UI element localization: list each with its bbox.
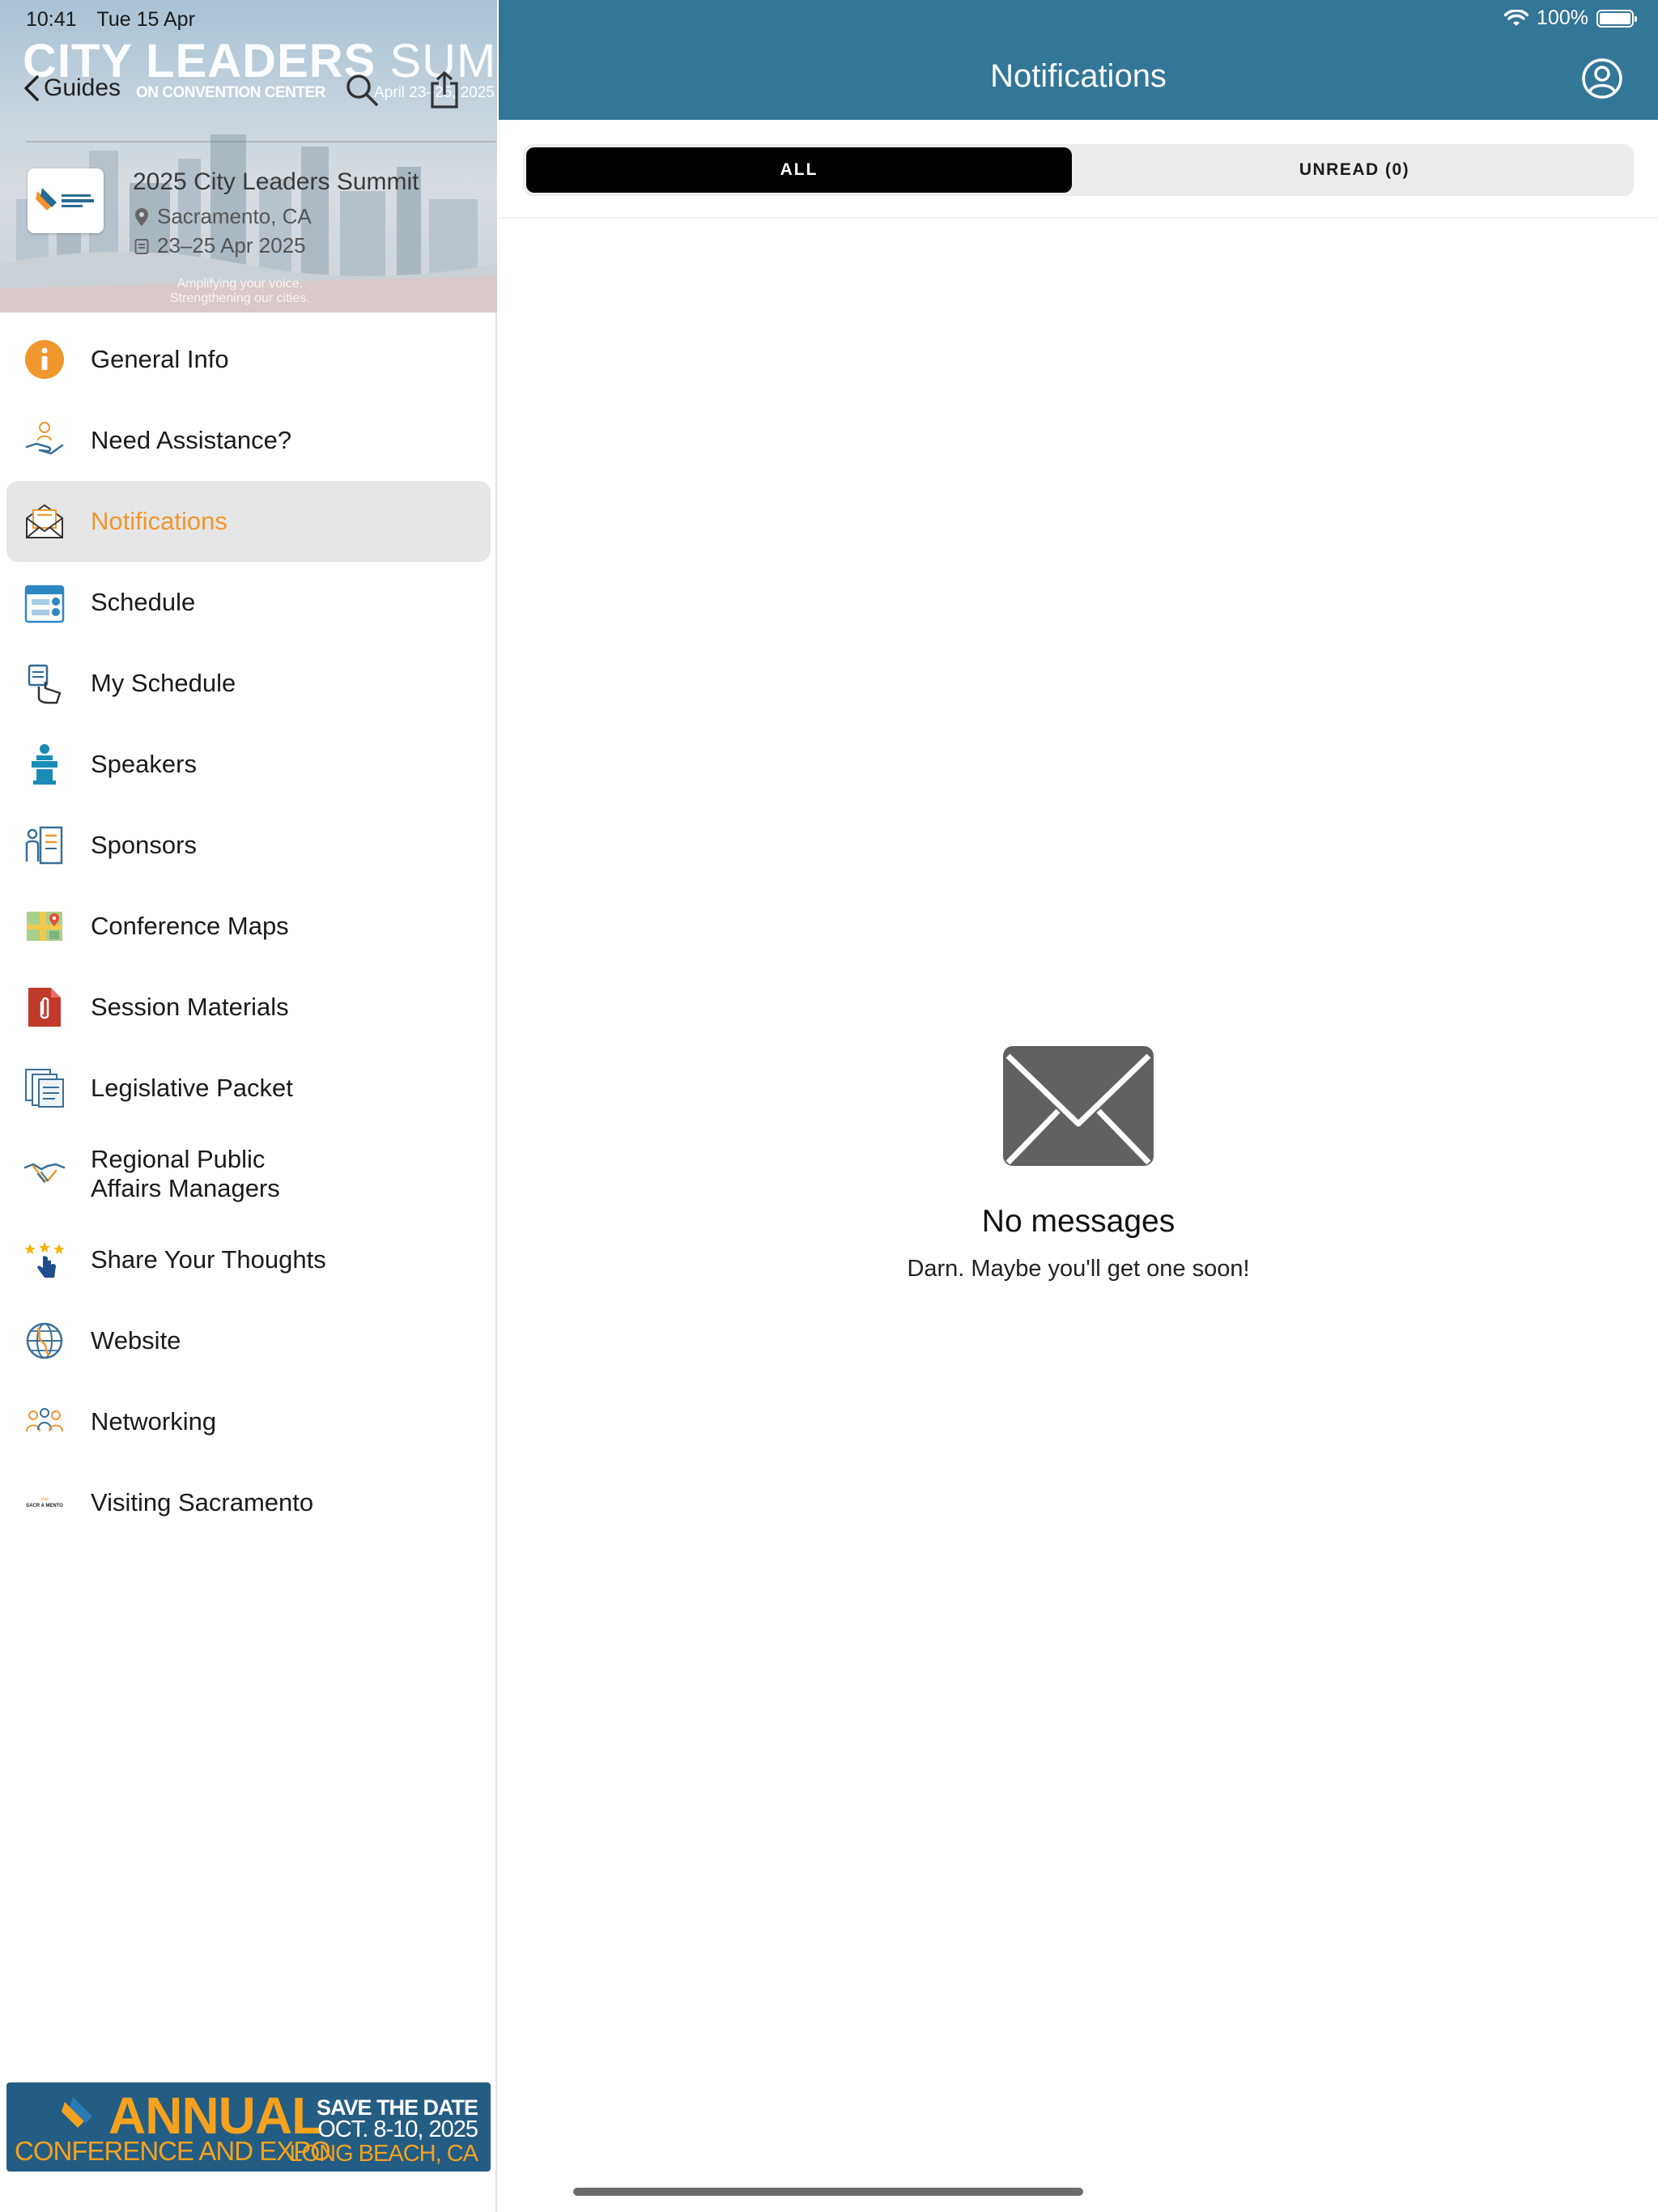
tabs-divider	[499, 217, 1658, 219]
event-dates: 23–25 Apr 2025	[134, 233, 306, 258]
event-location: Sacramento, CA	[134, 204, 312, 229]
globe-icon	[23, 1319, 66, 1363]
sidebar-item-sponsors[interactable]: Sponsors	[0, 805, 497, 886]
top-nav-bar: Notifications	[499, 0, 1658, 120]
sidebar: CITY LEADERS SUMMIT ON CONVENTION CENTER…	[0, 0, 497, 2212]
hero-venue: ON CONVENTION CENTER	[136, 84, 325, 101]
profile-button[interactable]	[1580, 57, 1624, 100]
sidebar-item-speakers[interactable]: Speakers	[0, 724, 497, 805]
sidebar-item-my-schedule[interactable]: My Schedule	[0, 643, 497, 724]
notification-filter-tabs: ALL UNREAD (0)	[523, 144, 1634, 196]
back-button[interactable]: Guides	[23, 74, 121, 102]
svg-text:Visit: Visit	[40, 1497, 49, 1502]
banner-location: LONG BEACH, CA	[289, 2141, 478, 2167]
chevron-left-icon	[24, 75, 39, 101]
status-bar-right: 100%	[1504, 6, 1637, 30]
sidebar-menu: General Info Need Assistance? Notificati…	[0, 319, 497, 1543]
sidebar-item-label: Networking	[91, 1407, 217, 1436]
podium-icon	[23, 742, 66, 786]
sidebar-item-schedule[interactable]: Schedule	[0, 562, 497, 643]
sidebar-item-label: General Info	[91, 345, 229, 373]
sidebar-item-label: Need Assistance?	[91, 426, 292, 454]
sidebar-item-label: Conference Maps	[91, 912, 289, 940]
visit-sacramento-logo: Visit SACR A MENTO	[23, 1481, 66, 1525]
sponsors-icon	[23, 823, 66, 867]
document-attachment-icon	[23, 985, 66, 1029]
event-hero: CITY LEADERS SUMMIT ON CONVENTION CENTER…	[0, 0, 497, 313]
handshake-icon	[23, 1152, 66, 1196]
banner-dates: OCT. 8-10, 2025	[317, 2116, 478, 2142]
status-time: 10:41	[26, 8, 77, 31]
sidebar-item-label: Legislative Packet	[91, 1074, 293, 1102]
wifi-icon	[1504, 9, 1529, 26]
svg-text:SACR A MENTO: SACR A MENTO	[26, 1504, 63, 1508]
home-indicator[interactable]	[573, 2188, 1083, 2196]
tab-all[interactable]: ALL	[526, 147, 1072, 193]
sidebar-item-label: Schedule	[91, 588, 196, 616]
search-icon	[346, 74, 378, 106]
banner-subline: CONFERENCE AND EXPO	[15, 2136, 331, 2166]
battery-percent: 100%	[1537, 6, 1588, 29]
sidebar-item-label: My Schedule	[91, 669, 236, 697]
event-logo	[28, 168, 104, 233]
envelope-icon	[1003, 1046, 1154, 1166]
sidebar-item-regional-public-affairs-managers[interactable]: Regional Public Affairs Managers	[0, 1129, 497, 1219]
sidebar-item-networking[interactable]: Networking	[0, 1381, 497, 1462]
sidebar-item-label: Session Materials	[91, 993, 289, 1021]
sidebar-item-conference-maps[interactable]: Conference Maps	[0, 886, 497, 967]
sidebar-item-legislative-packet[interactable]: Legislative Packet	[0, 1048, 497, 1129]
sidebar-item-general-info[interactable]: General Info	[0, 319, 497, 400]
sidebar-item-label: Notifications	[91, 507, 227, 535]
share-button[interactable]	[426, 70, 463, 110]
user-profile-icon	[1582, 58, 1622, 99]
page-title: Notifications	[990, 58, 1167, 94]
sidebar-item-label: Sponsors	[91, 831, 197, 859]
status-date: Tue 15 Apr	[96, 8, 195, 31]
my-schedule-icon	[23, 661, 66, 705]
sidebar-item-visiting-sacramento[interactable]: Visit SACR A MENTO Visiting Sacramento	[0, 1462, 497, 1543]
sidebar-item-label: Website	[91, 1326, 181, 1355]
banner-logo	[62, 2097, 92, 2128]
search-button[interactable]	[343, 70, 380, 110]
sidebar-item-session-materials[interactable]: Session Materials	[0, 967, 497, 1048]
sidebar-item-label: Share Your Thoughts	[91, 1245, 326, 1274]
helping-hand-icon	[23, 419, 66, 462]
battery-icon	[1596, 9, 1637, 28]
sidebar-item-website[interactable]: Website	[0, 1300, 497, 1381]
calendar-icon	[23, 581, 66, 624]
annual-conference-banner[interactable]: ANNUAL CONFERENCE AND EXPO SAVE THE DATE…	[6, 2082, 491, 2172]
info-icon	[23, 338, 66, 381]
sidebar-item-label: Speakers	[91, 750, 197, 778]
empty-state-subtitle: Darn. Maybe you'll get one soon!	[907, 1256, 1250, 1282]
envelope-icon	[23, 500, 66, 543]
share-icon	[431, 70, 458, 108]
star-rating-icon	[23, 1238, 66, 1282]
empty-state-title: No messages	[981, 1204, 1175, 1239]
sidebar-item-notifications[interactable]: Notifications	[0, 481, 497, 562]
people-icon	[23, 1400, 66, 1444]
tab-unread[interactable]: UNREAD (0)	[1078, 147, 1630, 193]
hero-divider	[26, 141, 495, 143]
papers-icon	[23, 1066, 66, 1110]
sidebar-item-need-assistance[interactable]: Need Assistance?	[0, 400, 497, 481]
hero-tagline: Amplifying your voice. Strengthening our…	[170, 277, 310, 305]
event-name: 2025 City Leaders Summit	[133, 168, 419, 195]
sidebar-item-label: Regional Public Affairs Managers	[91, 1145, 280, 1202]
map-icon	[23, 904, 66, 948]
status-bar-left: 10:41 Tue 15 Apr	[26, 8, 195, 32]
calendar-small-icon	[134, 238, 149, 254]
back-button-label: Guides	[44, 74, 121, 101]
sidebar-item-label: Visiting Sacramento	[91, 1488, 314, 1516]
location-pin-icon	[135, 207, 148, 226]
sidebar-item-share-your-thoughts[interactable]: Share Your Thoughts	[0, 1219, 497, 1300]
empty-state: No messages Darn. Maybe you'll get one s…	[499, 1044, 1658, 1283]
